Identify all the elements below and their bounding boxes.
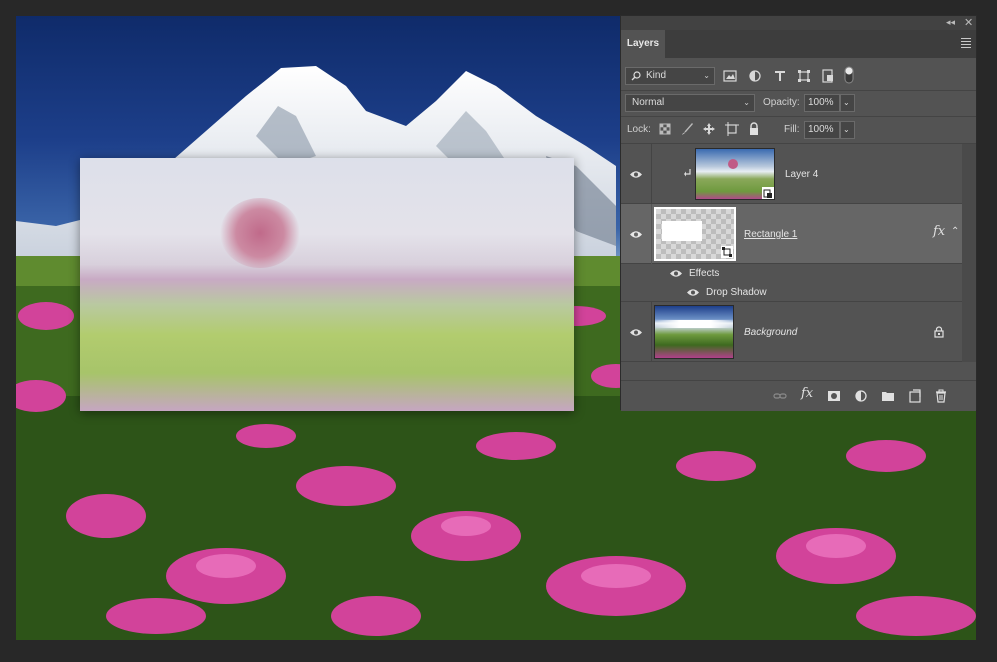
type-filter-icon[interactable]: [773, 69, 787, 83]
layer-4-thumbnail: [695, 148, 775, 200]
layer-row-rectangle-1[interactable]: Rectangle 1 fx ⌃: [621, 204, 962, 264]
opacity-label: Opacity:: [763, 97, 800, 108]
layer-row-layer-4[interactable]: Layer 4: [621, 144, 962, 204]
new-group-icon[interactable]: [881, 389, 895, 403]
layers-scrollbar[interactable]: [962, 144, 976, 362]
add-layer-style-icon[interactable]: fx: [801, 386, 813, 401]
shape-filter-icon[interactable]: [797, 69, 811, 83]
fill-value: 100%: [808, 124, 834, 135]
eye-visibility-icon[interactable]: [686, 288, 700, 297]
lock-all-icon[interactable]: [747, 122, 761, 136]
eye-visibility-icon[interactable]: [669, 269, 683, 278]
rectangle-1-thumbnail: [654, 207, 736, 261]
adjustment-filter-icon[interactable]: [748, 69, 762, 83]
blend-mode-value: Normal: [632, 97, 665, 108]
fill-label: Fill:: [784, 124, 800, 135]
panel-tab-bar: Layers: [621, 30, 976, 58]
chevron-down-icon: ⌄: [703, 71, 710, 80]
fill-dropdown-button[interactable]: ⌄: [840, 121, 855, 139]
eye-visibility-icon[interactable]: [629, 170, 643, 179]
layer-name[interactable]: Background: [744, 327, 797, 338]
divider: [621, 90, 976, 91]
blurred-tree: [220, 198, 300, 268]
chevron-down-icon: ⌄: [843, 125, 850, 134]
shape-layer-badge-icon: [721, 246, 733, 258]
layer-name[interactable]: Rectangle 1: [744, 229, 797, 240]
new-adjustment-layer-icon[interactable]: [854, 389, 868, 403]
search-icon: [631, 71, 641, 81]
layer-row-background[interactable]: Background: [621, 302, 962, 362]
blend-mode-select[interactable]: Normal ⌄: [625, 94, 755, 112]
eye-visibility-icon[interactable]: [629, 328, 643, 337]
divider: [621, 116, 976, 117]
effects-label: Effects: [689, 268, 720, 279]
lock-transparent-pixels-icon[interactable]: [658, 122, 672, 136]
smart-object-filter-icon[interactable]: [821, 69, 835, 83]
image-filter-icon[interactable]: [723, 69, 737, 83]
eye-visibility-icon[interactable]: [629, 230, 643, 239]
layer-name[interactable]: Layer 4: [785, 169, 818, 180]
lock-icon: [934, 326, 944, 338]
lock-position-icon[interactable]: [702, 122, 716, 136]
drop-shadow-effect-label: Drop Shadow: [706, 287, 767, 298]
delete-layer-icon[interactable]: [934, 389, 948, 403]
filter-toggle-icon[interactable]: [843, 66, 855, 84]
filter-kind-select[interactable]: Kind ⌄: [625, 67, 715, 85]
filter-kind-label: Kind: [646, 70, 667, 81]
chevron-down-icon: ⌄: [843, 98, 850, 107]
tab-layers[interactable]: Layers: [621, 30, 665, 58]
frosted-rectangle-shape[interactable]: [80, 158, 574, 411]
opacity-value: 100%: [808, 97, 834, 108]
smart-object-badge-icon: [762, 187, 774, 199]
opacity-dropdown-button[interactable]: ⌄: [840, 94, 855, 112]
panel-titlebar: ◂◂ ✕: [621, 16, 976, 30]
layers-panel: ◂◂ ✕ Layers Kind ⌄ Normal ⌄ Opacity: 100…: [620, 15, 977, 411]
clipping-mask-arrow-icon: [684, 169, 691, 177]
lock-image-pixels-icon[interactable]: [680, 122, 694, 136]
chevron-down-icon: ⌄: [743, 98, 750, 107]
fill-field[interactable]: 100%: [804, 121, 840, 139]
layer-effects-icon[interactable]: fx: [933, 224, 945, 239]
panel-menu-icon[interactable]: [961, 38, 971, 50]
collapse-panel-icon[interactable]: ◂◂: [946, 17, 955, 28]
layers-bottom-toolbar: fx: [621, 380, 976, 411]
add-layer-mask-icon[interactable]: [827, 389, 841, 403]
lock-label: Lock:: [627, 124, 651, 135]
effect-row-drop-shadow[interactable]: Drop Shadow: [621, 283, 962, 302]
chevron-up-icon[interactable]: ⌃: [951, 226, 959, 237]
close-panel-icon[interactable]: ✕: [964, 16, 973, 29]
background-thumbnail: [654, 305, 734, 359]
link-layers-icon[interactable]: [773, 389, 787, 403]
new-layer-icon[interactable]: [908, 389, 922, 403]
effects-row[interactable]: Effects: [621, 264, 962, 283]
lock-artboard-icon[interactable]: [725, 122, 739, 136]
opacity-field[interactable]: 100%: [804, 94, 840, 112]
